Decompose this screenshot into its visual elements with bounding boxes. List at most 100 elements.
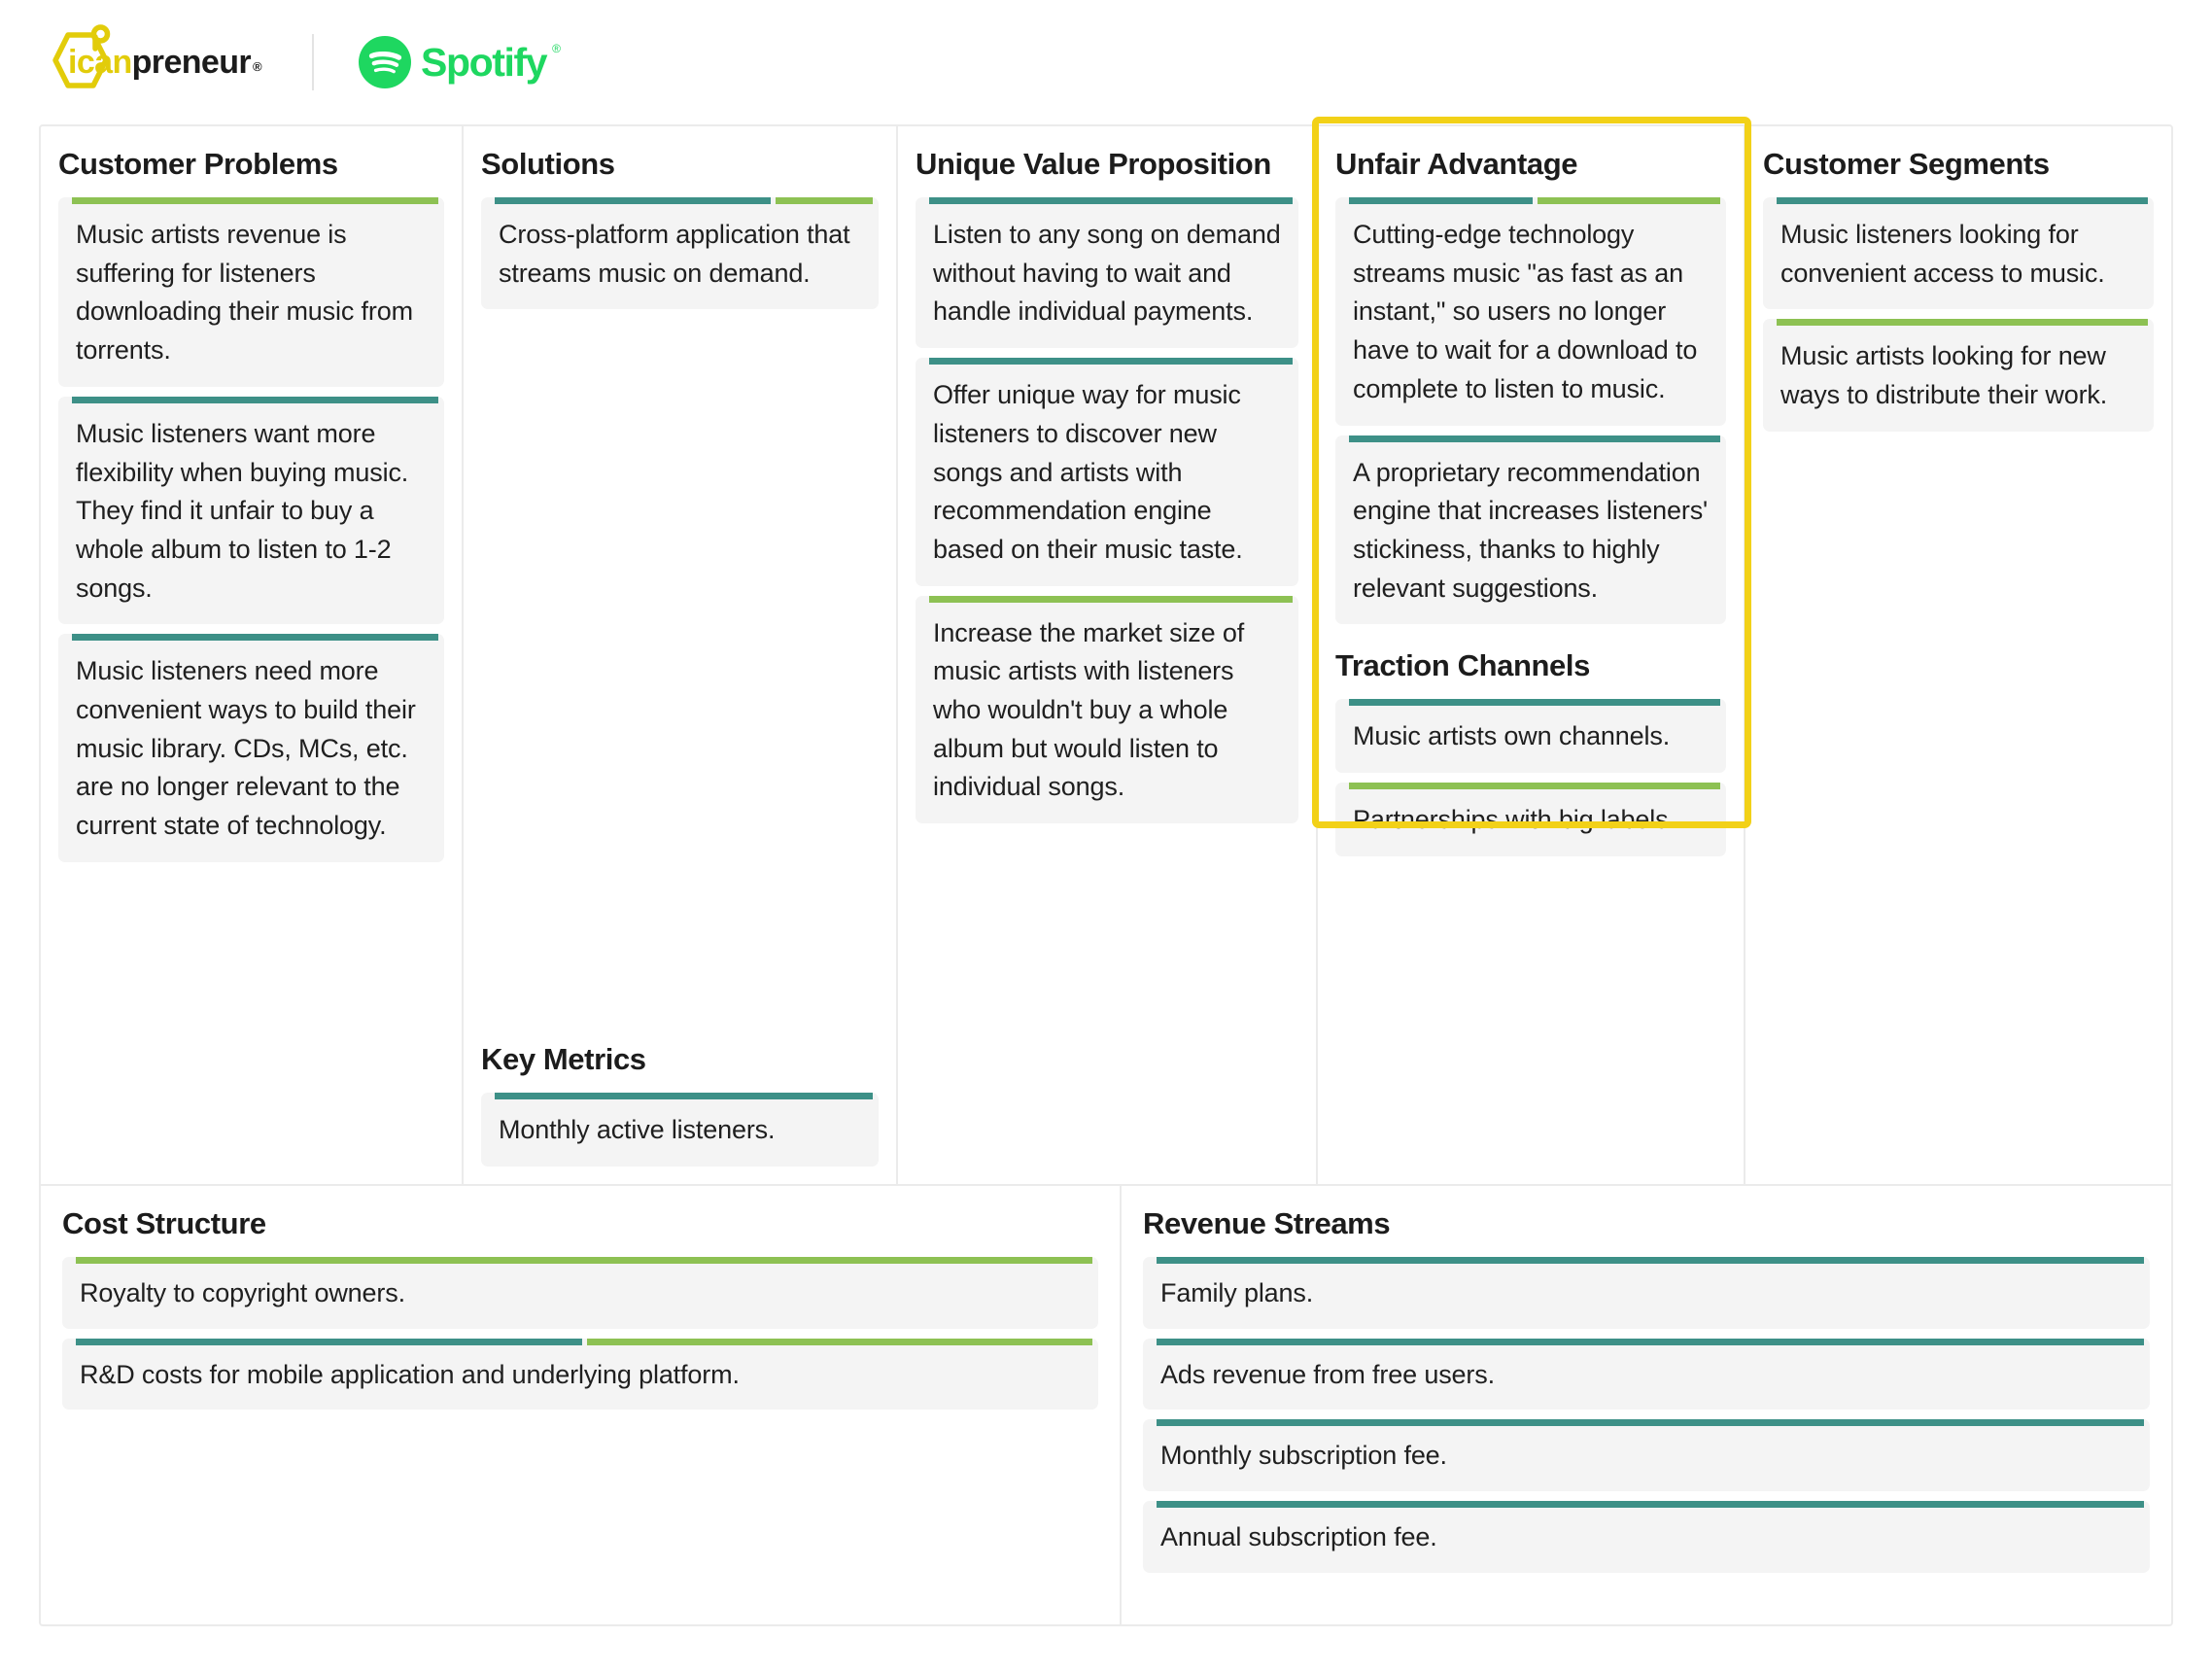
canvas-card[interactable]: Music artists looking for new ways to di…: [1763, 319, 2154, 432]
card-color-bar: [1763, 197, 2154, 205]
card-color-bar: [1335, 197, 1726, 205]
section-title-revenue-streams: Revenue Streams: [1143, 1206, 1391, 1240]
section-title-customer-segments: Customer Segments: [1763, 147, 2050, 181]
card-text: Increase the market size of music artist…: [933, 617, 1245, 802]
card-list-unique-value-proposition: Listen to any song on demand without hav…: [916, 197, 1298, 824]
canvas-card[interactable]: Music artists revenue is suffering for l…: [58, 197, 444, 387]
card-list-revenue-streams: Family plans. Ads revenue from free users…: [1143, 1257, 2150, 1573]
card-bar-segment-green: [586, 1338, 1092, 1345]
section-solutions: Solutions Cross-platform application tha…: [481, 147, 879, 310]
card-bar-segment-green: [1777, 319, 2148, 327]
section-title-unique-value-proposition: Unique Value Proposition: [916, 147, 1271, 181]
card-text: Monthly subscription fee.: [1160, 1441, 1447, 1471]
card-text: Family plans.: [1160, 1278, 1314, 1308]
card-bar-segment-teal: [1157, 1501, 2144, 1509]
card-bar-segment-green: [76, 1257, 1092, 1265]
card-bar-segment-green: [72, 197, 438, 205]
card-color-bar: [916, 197, 1298, 205]
section-title-unfair-advantage: Unfair Advantage: [1335, 147, 1578, 181]
canvas-card[interactable]: Cutting-edge technology streams music "a…: [1335, 197, 1726, 426]
card-color-bar: [1143, 1257, 2150, 1265]
canvas-top-row: Customer Problems Music artists revenue …: [41, 117, 2171, 1186]
card-bar-segment-teal: [1157, 1419, 2144, 1427]
card-bar-segment-green: [776, 197, 873, 205]
section-title-cost-structure: Cost Structure: [62, 1206, 266, 1240]
spotify-registered-mark: ®: [552, 42, 561, 55]
card-list-cost-structure: Royalty to copyright owners. R&D costs fo…: [62, 1257, 1098, 1411]
canvas-card[interactable]: Family plans.: [1143, 1257, 2150, 1329]
section-key-metrics: Key Metrics Monthly active listeners.: [481, 1043, 879, 1167]
header-divider: [312, 34, 315, 90]
card-text: Ads revenue from free users.: [1160, 1359, 1495, 1389]
card-bar-segment-teal: [1157, 1257, 2144, 1265]
section-title-solutions: Solutions: [481, 147, 615, 181]
canvas-card[interactable]: Cross-platform application that streams …: [481, 197, 879, 310]
canvas-card[interactable]: Monthly subscription fee.: [1143, 1419, 2150, 1492]
card-bar-segment-teal: [72, 396, 438, 403]
card-bar-segment-green: [1349, 783, 1720, 790]
card-color-bar: [916, 358, 1298, 366]
card-list-traction-channels: Music artists own channels. Partnerships …: [1335, 699, 1726, 856]
canvas-card[interactable]: Music listeners need more convenient way…: [58, 634, 444, 862]
canvas-card[interactable]: Royalty to copyright owners.: [62, 1257, 1098, 1329]
card-text: Monthly active listeners.: [499, 1115, 776, 1145]
section-customer-problems: Customer Problems Music artists revenue …: [41, 126, 464, 1184]
card-color-bar: [1763, 319, 2154, 327]
section-customer-segments: Customer Segments Music listeners lookin…: [1745, 126, 2171, 1184]
card-list-key-metrics: Monthly active listeners.: [481, 1093, 879, 1167]
card-text: Music listeners looking for convenient a…: [1780, 220, 2105, 288]
canvas-card[interactable]: Music artists own channels.: [1335, 699, 1726, 774]
canvas-card[interactable]: Offer unique way for music listeners to …: [916, 358, 1298, 586]
canvas-bottom-row: Cost Structure Royalty to copyright owne…: [41, 1186, 2171, 1624]
canvas-card[interactable]: R&D costs for mobile application and und…: [62, 1338, 1098, 1411]
icanpreneur-logo[interactable]: ican preneur ®: [39, 21, 262, 103]
canvas-card[interactable]: Increase the market size of music artist…: [916, 595, 1298, 824]
card-text: R&D costs for mobile application and und…: [80, 1359, 740, 1389]
section-revenue-streams: Revenue Streams Family plans. Ads revenue…: [1122, 1186, 2171, 1624]
card-color-bar: [1143, 1501, 2150, 1509]
canvas-card[interactable]: Annual subscription fee.: [1143, 1501, 2150, 1573]
card-bar-segment-teal: [1777, 197, 2148, 205]
canvas-card[interactable]: Music listeners want more flexibility wh…: [58, 396, 444, 625]
brand-wordmark: ican preneur ®: [68, 43, 262, 82]
card-list-unfair-advantage: Cutting-edge technology streams music "a…: [1335, 197, 1726, 625]
card-list-customer-problems: Music artists revenue is suffering for l…: [58, 197, 444, 862]
section-title-customer-problems: Customer Problems: [58, 147, 338, 181]
section-unfair-advantage: Unfair Advantage Cutting-edge technology…: [1335, 147, 1726, 625]
card-color-bar: [1335, 435, 1726, 442]
lean-canvas-page: ican preneur ® Spotify ® Customer Problems: [0, 0, 2212, 1672]
section-traction-channels: Traction Channels Music artists own chan…: [1335, 648, 1726, 856]
card-list-solutions: Cross-platform application that streams …: [481, 197, 879, 310]
card-bar-segment-green: [929, 595, 1293, 603]
card-color-bar: [62, 1338, 1098, 1345]
card-bar-segment-teal: [76, 1338, 582, 1345]
card-text: Partnerships with big labels.: [1353, 805, 1676, 835]
card-text: Annual subscription fee.: [1160, 1522, 1437, 1552]
card-color-bar: [481, 197, 879, 205]
card-color-bar: [1335, 699, 1726, 707]
card-text: Music artists looking for new ways to di…: [1780, 341, 2108, 410]
brand-name-part1: ican: [68, 43, 132, 81]
card-color-bar: [481, 1093, 879, 1100]
lean-canvas-grid: Customer Problems Music artists revenue …: [39, 117, 2173, 1626]
card-color-bar: [1143, 1419, 2150, 1427]
canvas-card[interactable]: Music listeners looking for convenient a…: [1763, 197, 2154, 310]
brand-registered-mark: ®: [253, 58, 262, 74]
card-list-customer-segments: Music listeners looking for convenient a…: [1763, 197, 2154, 432]
card-color-bar: [58, 396, 444, 403]
section-unfair-advantage-traction: Unfair Advantage Cutting-edge technology…: [1312, 117, 1751, 1184]
card-text: Cutting-edge technology streams music "a…: [1353, 220, 1698, 403]
canvas-card[interactable]: A proprietary recommendation engine that…: [1335, 435, 1726, 625]
canvas-card[interactable]: Partnerships with big labels.: [1335, 783, 1726, 856]
card-color-bar: [62, 1257, 1098, 1265]
section-solutions-keymetrics: Solutions Cross-platform application tha…: [464, 126, 898, 1184]
card-text: Music artists own channels.: [1353, 721, 1671, 751]
section-title-traction-channels: Traction Channels: [1335, 648, 1590, 683]
canvas-card[interactable]: Ads revenue from free users.: [1143, 1338, 2150, 1411]
canvas-card[interactable]: Listen to any song on demand without hav…: [916, 197, 1298, 349]
card-bar-segment-teal: [495, 1093, 873, 1100]
canvas-card[interactable]: Monthly active listeners.: [481, 1093, 879, 1167]
section-unique-value-proposition: Unique Value Proposition Listen to any s…: [898, 126, 1318, 1184]
card-text: Cross-platform application that streams …: [499, 220, 850, 288]
spotify-logo[interactable]: Spotify ®: [359, 36, 565, 88]
